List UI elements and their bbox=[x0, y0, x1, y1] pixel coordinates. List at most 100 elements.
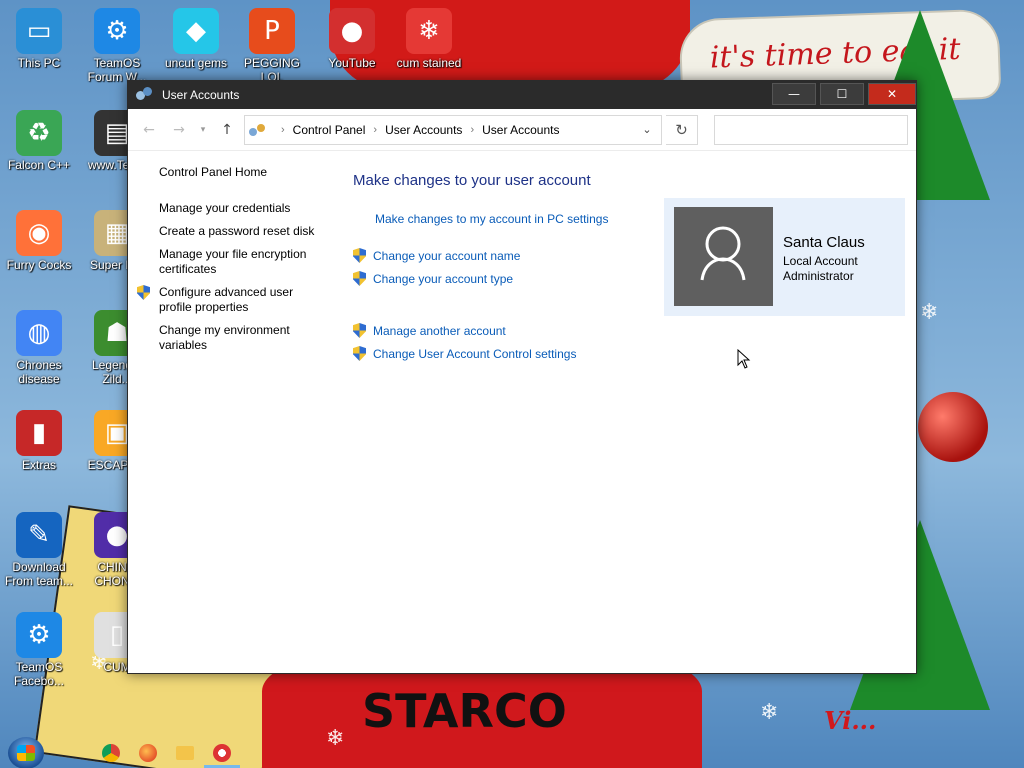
pc-settings-task: Make changes to my account in PC setting… bbox=[353, 207, 673, 230]
back-arrow-icon[interactable]: ← bbox=[136, 117, 162, 143]
desktop-shortcut[interactable]: ⚙ TeamOS Forum W... bbox=[78, 8, 156, 84]
desktop-shortcut-label: This PC bbox=[17, 56, 61, 70]
user-silhouette-icon bbox=[700, 226, 746, 281]
desktop-shortcut[interactable]: ◍ Chrones disease bbox=[0, 310, 78, 386]
desktop-shortcut-label: Falcon C++ bbox=[7, 158, 71, 172]
desktop-shortcut[interactable]: ♻ Falcon C++ bbox=[0, 110, 78, 172]
desktop-shortcut[interactable]: ⚙ TeamOS Facebo... bbox=[0, 612, 78, 688]
uac-shield-icon bbox=[353, 323, 366, 338]
monitor-icon: ▭ bbox=[16, 8, 62, 54]
desktop-shortcut-label: Chrones disease bbox=[16, 358, 62, 386]
content-area: Control Panel Home Manage your credentia… bbox=[128, 151, 916, 673]
control-panel-icon bbox=[249, 122, 267, 138]
desktop-shortcut-label: Extras bbox=[21, 458, 56, 472]
desktop-shortcut-label: YouTube bbox=[328, 56, 376, 70]
left-navigation-pane: Control Panel Home Manage your credentia… bbox=[128, 151, 328, 361]
firefox-taskbar-icon[interactable] bbox=[139, 744, 157, 762]
file-encryption-label: Manage your file encryption certificates bbox=[159, 247, 307, 276]
account-name: Santa Claus bbox=[783, 234, 865, 251]
mouse-cursor-icon bbox=[737, 349, 751, 369]
change-name-task: Change your account name bbox=[353, 244, 673, 267]
page-title: Make changes to your user account bbox=[353, 172, 591, 189]
maximize-button[interactable]: ☐ bbox=[820, 83, 864, 105]
desktop-shortcut[interactable]: ✎ Download From team... bbox=[0, 512, 78, 588]
firefox-icon: ◉ bbox=[16, 210, 62, 256]
gear-icon: ⚙ bbox=[16, 612, 62, 658]
uac-shield-icon bbox=[137, 285, 150, 300]
desktop-shortcut[interactable]: ❄ cum stained bbox=[390, 8, 468, 70]
manage-credentials-label: Manage your credentials bbox=[159, 201, 291, 215]
desktop-shortcut-label: cum stained bbox=[396, 56, 462, 70]
user-accounts-window: User Accounts — ☐ ✕ ← → ▾ ↑ › Control Pa… bbox=[127, 80, 917, 674]
uac-settings-link[interactable]: Change User Account Control settings bbox=[373, 347, 576, 361]
manage-another-account-link[interactable]: Manage another account bbox=[373, 324, 506, 338]
snowflake-icon: ❄ bbox=[760, 700, 779, 725]
wallpaper-wish-text: Vi... bbox=[824, 706, 877, 735]
environment-variables-link[interactable]: Change my environment variables bbox=[128, 323, 318, 353]
gem-icon: ◆ bbox=[173, 8, 219, 54]
breadcrumb-separator-icon: › bbox=[373, 123, 378, 136]
forward-arrow-icon[interactable]: → bbox=[166, 117, 192, 143]
minimize-button[interactable]: — bbox=[772, 83, 816, 105]
desktop-shortcut-label: TeamOS Facebo... bbox=[13, 660, 65, 688]
manage-another-task: Manage another account bbox=[353, 319, 673, 342]
file-explorer-taskbar-icon[interactable] bbox=[176, 746, 194, 760]
angry-bird-icon: ● bbox=[329, 8, 375, 54]
control-panel-home-link[interactable]: Control Panel Home bbox=[128, 165, 318, 180]
breadcrumb-separator-icon: › bbox=[470, 123, 475, 136]
desktop-shortcut[interactable]: ▮ Extras bbox=[0, 410, 78, 472]
account-role: Administrator bbox=[783, 269, 854, 283]
recent-locations-chevron-icon[interactable]: ▾ bbox=[196, 117, 210, 143]
wallpaper-starco-text: STARCO bbox=[362, 684, 567, 738]
p-app-icon: P bbox=[249, 8, 295, 54]
breadcrumb-separator-icon: › bbox=[281, 123, 285, 136]
address-bar[interactable]: › Control Panel › User Accounts › User A… bbox=[244, 114, 662, 145]
account-card: Santa Claus Local Account Administrator bbox=[664, 198, 905, 316]
manage-credentials-link[interactable]: Manage your credentials bbox=[128, 201, 318, 216]
uac-shield-icon bbox=[353, 271, 366, 286]
account-type: Local Account bbox=[783, 254, 858, 268]
download-icon: ✎ bbox=[16, 512, 62, 558]
breadcrumb-control-panel[interactable]: Control Panel bbox=[293, 123, 366, 137]
change-type-task: Change your account type bbox=[353, 267, 673, 290]
control-panel-taskbar-icon[interactable] bbox=[213, 744, 231, 762]
password-reset-disk-label: Create a password reset disk bbox=[159, 224, 315, 238]
start-button[interactable] bbox=[8, 737, 44, 768]
window-controls: — ☐ ✕ bbox=[768, 81, 916, 109]
desktop-shortcut[interactable]: ◆ uncut gems bbox=[157, 8, 235, 70]
change-account-name-link[interactable]: Change your account name bbox=[373, 249, 520, 263]
christmas-ornament bbox=[918, 392, 988, 462]
desktop-shortcut-label: Furry Cocks bbox=[6, 258, 72, 272]
refresh-icon[interactable]: ↻ bbox=[666, 114, 698, 145]
uac-shield-icon bbox=[353, 346, 366, 361]
breadcrumb-user-accounts-current[interactable]: User Accounts bbox=[482, 123, 559, 137]
recycle-icon: ♻ bbox=[16, 110, 62, 156]
book-icon: ▮ bbox=[16, 410, 62, 456]
desktop-shortcut[interactable]: P PEGGING LOL bbox=[233, 8, 311, 84]
advanced-profile-properties-link[interactable]: Configure advanced user profile properti… bbox=[128, 285, 318, 315]
desktop-shortcut[interactable]: ● YouTube bbox=[313, 8, 391, 70]
navigation-bar: ← → ▾ ↑ › Control Panel › User Accounts … bbox=[128, 109, 916, 151]
address-dropdown-chevron-icon[interactable]: ⌄ bbox=[633, 116, 661, 144]
uac-settings-task: Change User Account Control settings bbox=[353, 342, 673, 365]
title-bar[interactable]: User Accounts — ☐ ✕ bbox=[128, 81, 916, 109]
snowflake-icon: ❄ bbox=[406, 8, 452, 54]
password-reset-disk-link[interactable]: Create a password reset disk bbox=[128, 224, 318, 239]
pc-settings-link[interactable]: Make changes to my account in PC setting… bbox=[375, 212, 608, 226]
snowflake-icon: ❄ bbox=[920, 300, 939, 325]
uac-shield-icon bbox=[353, 248, 366, 263]
close-button[interactable]: ✕ bbox=[868, 83, 916, 105]
breadcrumb-user-accounts[interactable]: User Accounts bbox=[385, 123, 462, 137]
main-pane: Make changes to your user account Make c… bbox=[353, 151, 673, 365]
gear-icon: ⚙ bbox=[94, 8, 140, 54]
window-title: User Accounts bbox=[162, 88, 240, 102]
change-account-type-link[interactable]: Change your account type bbox=[373, 272, 513, 286]
file-encryption-link[interactable]: Manage your file encryption certificates bbox=[128, 247, 318, 277]
desktop-shortcut[interactable]: ◉ Furry Cocks bbox=[0, 210, 78, 272]
desktop-shortcut[interactable]: ▭ This PC bbox=[0, 8, 78, 70]
search-input[interactable] bbox=[714, 114, 908, 145]
chrome-taskbar-icon[interactable] bbox=[102, 744, 120, 762]
avatar bbox=[674, 207, 773, 306]
taskbar bbox=[0, 735, 1024, 768]
up-arrow-icon[interactable]: ↑ bbox=[214, 117, 240, 143]
